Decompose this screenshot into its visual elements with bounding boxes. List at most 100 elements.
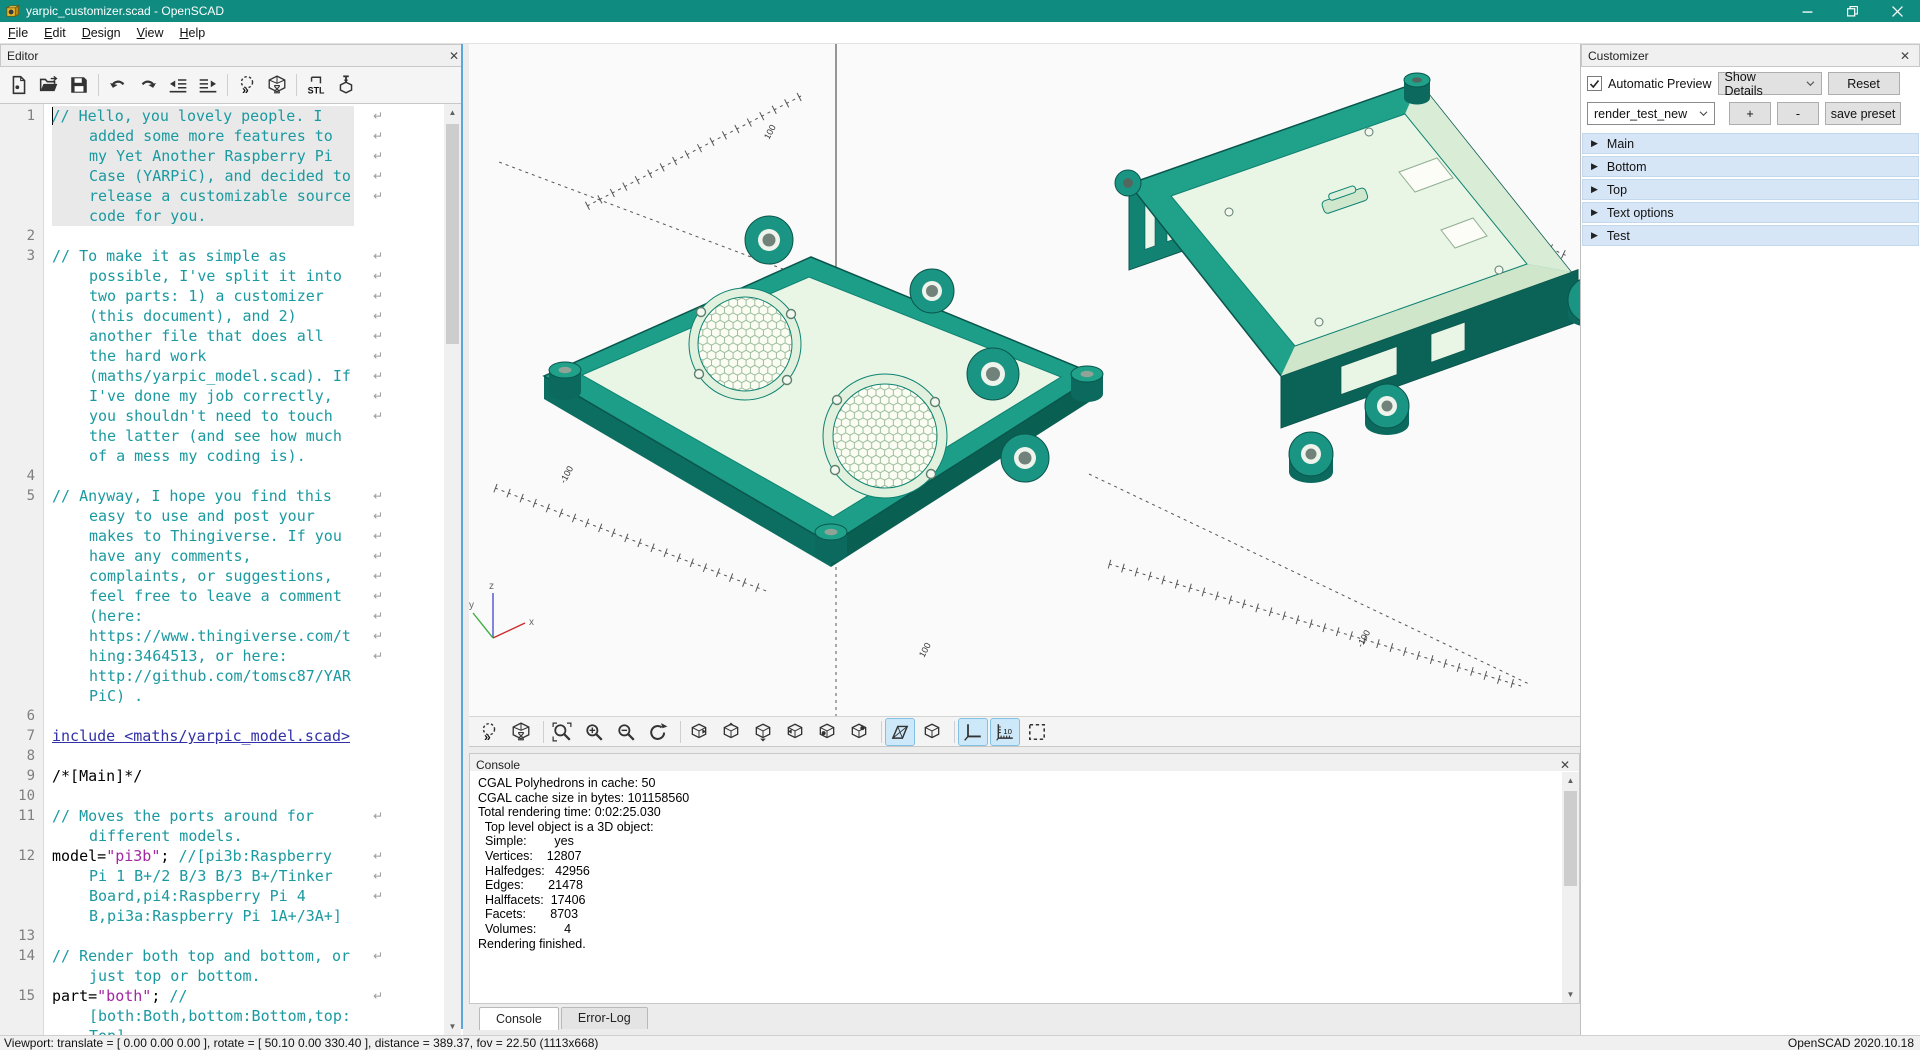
console-panel-title: Console [476,758,520,772]
reset-view-button[interactable] [644,719,672,745]
save-preset-button[interactable]: save preset [1825,102,1901,125]
open-button[interactable] [34,70,64,100]
code-line[interactable]: 8 [0,746,444,766]
view-back-button[interactable] [845,719,873,745]
code-line[interactable]: 6 [0,706,444,726]
console-scrollbar[interactable]: ▲ ▼ [1562,772,1579,1003]
view-top-button[interactable] [717,719,745,745]
wrap-markers: ↵ [368,946,388,986]
scroll-up-icon[interactable]: ▲ [444,104,461,121]
details-dropdown[interactable]: Show Details [1718,72,1822,95]
preset-combobox[interactable]: render_test_new [1587,102,1715,125]
unindent-button[interactable] [163,70,193,100]
tab-console[interactable]: Console [479,1007,559,1030]
zoom-all-button[interactable] [548,719,576,745]
restore-button[interactable] [1830,0,1875,22]
menu-help[interactable]: Help [172,22,214,43]
console-line: Simple: yes [478,834,1571,849]
editor-panel-header: Editor ✕ [0,44,469,67]
scroll-down-icon[interactable]: ▼ [1562,986,1579,1003]
view-left-button[interactable] [781,719,809,745]
viewport-scene: 100 100 -100 -100 [469,44,1580,716]
code-line[interactable]: 5// Anyway, I hope you find this easy to… [0,486,444,706]
editor-scrollbar[interactable]: ▲ ▼ [444,104,461,1035]
console-close-icon[interactable]: ✕ [1557,758,1573,772]
menu-view[interactable]: View [129,22,172,43]
code-editor[interactable]: 1// Hello, you lovely people. I added so… [0,104,444,1035]
scroll-down-icon[interactable]: ▼ [444,1018,461,1035]
console-output[interactable]: CGAL Polyhedrons in cache: 50CGAL cache … [469,771,1580,1004]
code-line[interactable]: 2 [0,226,444,246]
editor-viewport-splitter[interactable] [461,44,463,1029]
save-button[interactable] [64,70,94,100]
add-preset-button[interactable]: + [1729,102,1771,125]
new-file-button[interactable] [4,70,34,100]
preset-value: render_test_new [1594,107,1687,121]
perspective-button[interactable] [886,719,914,745]
group-bottom[interactable]: ▶Bottom [1582,156,1919,177]
automatic-preview-checkbox[interactable] [1587,76,1602,91]
view-front-button[interactable] [813,719,841,745]
render-button[interactable] [262,70,292,100]
chevron-down-icon [1806,80,1815,87]
code-line[interactable]: 11// Moves the ports around for differen… [0,806,444,846]
group-text-options[interactable]: ▶Text options [1582,202,1919,223]
code-line[interactable]: 13 [0,926,444,946]
toolbar-separator [881,721,882,743]
line-number: 8 [0,746,44,766]
console-line: CGAL Polyhedrons in cache: 50 [478,776,1571,791]
preview-button[interactable]: » [475,719,503,745]
editor-panel-title: Editor [7,49,38,63]
view-right-button[interactable] [685,719,713,745]
show-axes-button[interactable] [959,719,987,745]
orthographic-button[interactable] [918,719,946,745]
indent-button[interactable] [193,70,223,100]
customizer-close-icon[interactable]: ✕ [1897,49,1913,63]
code-line[interactable]: 14// Render both top and bottom, or just… [0,946,444,986]
code-line[interactable]: 4 [0,466,444,486]
code-line[interactable]: 15part="both"; // [both:Both,bottom:Bott… [0,986,444,1035]
view-all-button[interactable] [1023,719,1051,745]
group-test[interactable]: ▶Test [1582,225,1919,246]
menu-design[interactable]: Design [74,22,129,43]
viewport-3d[interactable]: 100 100 -100 -100 [469,44,1580,716]
expand-triangle-icon: ▶ [1591,138,1598,149]
render-button[interactable] [507,719,535,745]
group-top[interactable]: ▶Top [1582,179,1919,200]
zoom-in-button[interactable] [580,719,608,745]
menu-edit[interactable]: Edit [36,22,74,43]
print-3d-button[interactable] [331,70,361,100]
scroll-up-icon[interactable]: ▲ [1562,772,1579,789]
undo-button[interactable] [103,70,133,100]
code-line[interactable]: 3// To make it as simple as possible, I'… [0,246,444,466]
close-button[interactable] [1875,0,1920,22]
menu-bar: FileEditDesignViewHelp [0,22,1920,44]
wrap-markers [368,746,388,766]
openscad-logo-icon [5,4,20,19]
status-bar: Viewport: translate = [ 0.00 0.00 0.00 ]… [0,1035,1920,1050]
editor-scrollbar-thumb[interactable] [446,124,459,344]
code-line[interactable]: 10 [0,786,444,806]
reset-button[interactable]: Reset [1828,72,1900,95]
console-scrollbar-thumb[interactable] [1564,791,1577,886]
view-bottom-button[interactable] [749,719,777,745]
editor-close-icon[interactable]: ✕ [446,49,462,63]
code-text: include <maths/yarpic_model.scad> [52,726,354,746]
tab-error-log[interactable]: Error-Log [561,1007,648,1029]
code-line[interactable]: 12model="pi3b"; //[pi3b:Raspberry Pi 1 B… [0,846,444,926]
code-lines: 1// Hello, you lovely people. I added so… [0,106,444,1035]
redo-button[interactable] [133,70,163,100]
export-stl-button[interactable]: STL [301,70,331,100]
toolbar-separator [680,721,681,743]
show-scale-markers-button[interactable]: 10 [991,719,1019,745]
remove-preset-button[interactable]: - [1777,102,1819,125]
wrap-markers [368,466,388,486]
code-line[interactable]: 7include <maths/yarpic_model.scad> [0,726,444,746]
group-main[interactable]: ▶Main [1582,133,1919,154]
preview-button[interactable]: » [232,70,262,100]
code-line[interactable]: 1// Hello, you lovely people. I added so… [0,106,444,226]
menu-file[interactable]: File [0,22,36,43]
zoom-out-button[interactable] [612,719,640,745]
code-line[interactable]: 9/*[Main]*/ [0,766,444,786]
minimize-button[interactable] [1785,0,1830,22]
